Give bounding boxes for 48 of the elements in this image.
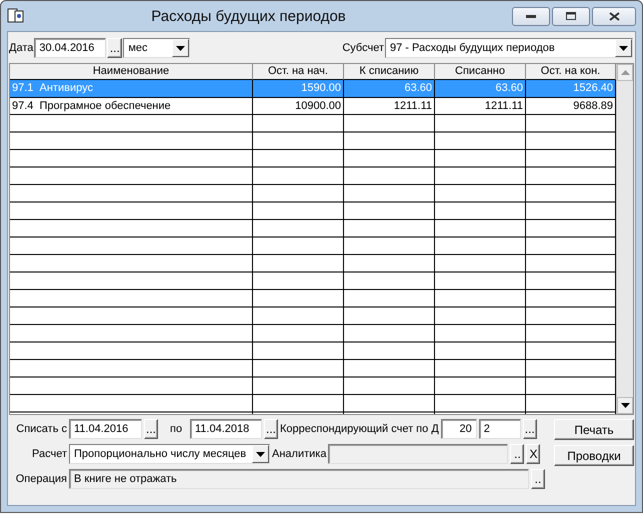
minimize-icon	[526, 14, 536, 18]
dropdown-button[interactable]	[252, 445, 269, 463]
period-dropdown[interactable]: мес	[123, 38, 190, 58]
date-picker-button[interactable]: ...	[107, 38, 122, 58]
postings-button[interactable]: Проводки	[554, 445, 634, 466]
calc-dropdown[interactable]: Пропорционально числу месяцев	[69, 444, 270, 464]
scrollbar[interactable]	[616, 64, 633, 414]
account-label: Корреспондирующий счет по Д	[280, 423, 439, 435]
down-arrow-icon	[620, 403, 630, 408]
account-button[interactable]: ...	[522, 419, 537, 439]
minimize-button[interactable]	[512, 6, 550, 26]
down-arrow-icon	[256, 452, 265, 456]
table-row[interactable]: 97.4 Програмное обеспечение 10900.00 1211.11 1211.11 9688.89	[10, 98, 616, 115]
up-arrow-icon	[620, 70, 630, 75]
from-date-field[interactable]: 11.04.2016	[69, 419, 142, 439]
to-date-button[interactable]: ...	[264, 419, 278, 439]
date-label: Дата	[9, 42, 34, 54]
calc-label: Расчет	[31, 448, 67, 460]
from-date-button[interactable]: ...	[144, 419, 158, 439]
column-header[interactable]: Списанно	[435, 64, 526, 80]
maximize-icon	[566, 12, 576, 20]
analytics-button[interactable]: ..	[510, 444, 524, 464]
to-date-field[interactable]: 11.04.2018	[190, 419, 262, 439]
maximize-button[interactable]	[552, 6, 590, 26]
date-field[interactable]: 30.04.2016	[34, 38, 106, 58]
dropdown-button[interactable]	[615, 39, 632, 57]
down-arrow-icon	[619, 46, 628, 50]
from-label: Списать с	[15, 423, 67, 435]
column-header[interactable]: К списанию	[344, 64, 435, 80]
window-title: Расходы будущих периодов	[150, 8, 347, 24]
column-header[interactable]: Ост. на нач.	[253, 64, 344, 80]
column-header[interactable]: Наименование	[10, 64, 253, 80]
clear-button[interactable]: X	[526, 444, 540, 464]
column-header[interactable]: Ост. на кон.	[526, 64, 616, 80]
print-button[interactable]: Печать	[554, 419, 634, 440]
app-icon	[7, 8, 25, 24]
analytics-label: Аналитика	[272, 448, 326, 460]
operation-label: Операция	[14, 473, 67, 485]
close-icon	[608, 12, 620, 20]
to-label: по	[170, 423, 184, 435]
dropdown-button[interactable]	[172, 39, 190, 57]
subaccount-dropdown[interactable]: 97 - Расходы будущих периодов	[385, 38, 634, 58]
subaccount-field[interactable]: 2	[478, 419, 521, 439]
subaccount-label: Субсчет	[342, 42, 384, 54]
close-button[interactable]	[592, 6, 636, 26]
account-field[interactable]: 20	[440, 419, 477, 439]
operation-button[interactable]: ..	[531, 469, 545, 489]
down-arrow-icon	[176, 46, 186, 50]
